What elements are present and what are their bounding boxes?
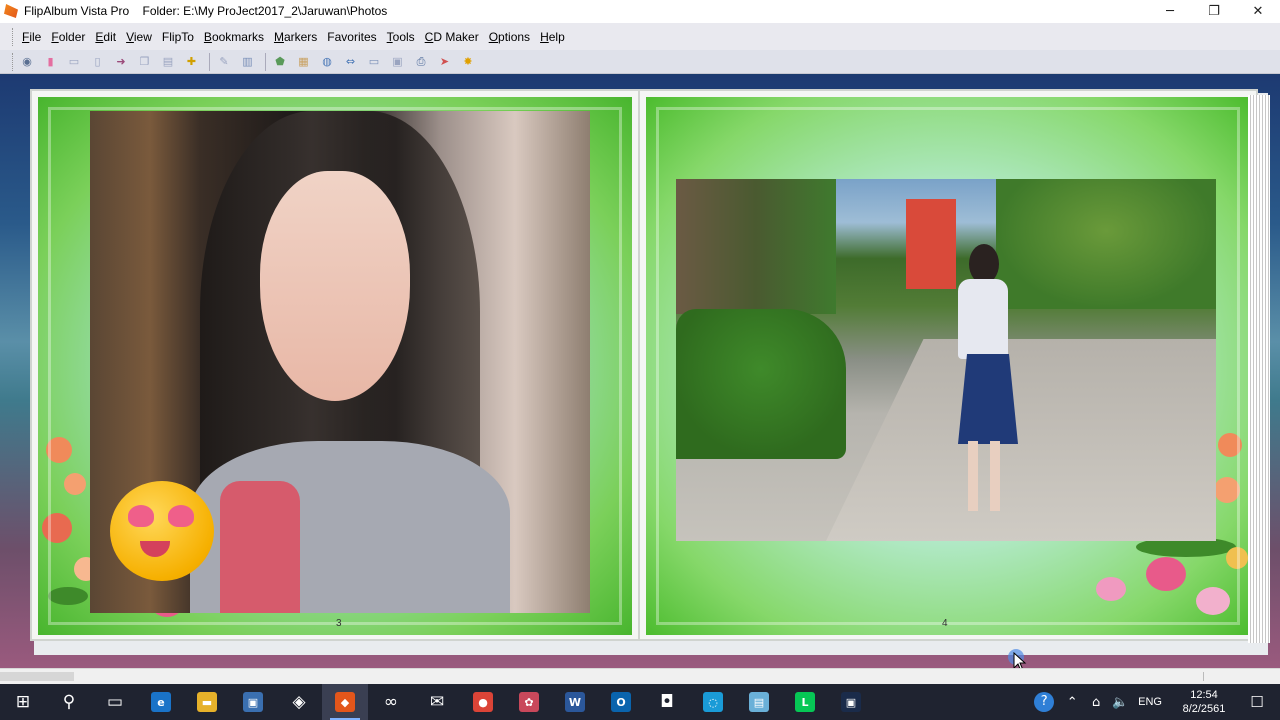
menu-item-help[interactable]: Help [535,30,570,44]
fit-width-icon[interactable]: ⇔ [341,53,361,71]
left-page-number: 3 [336,618,342,629]
tag-icon[interactable]: ⬟ [270,53,290,71]
menu-item-tools[interactable]: Tools [382,30,420,44]
clock[interactable]: 12:54 8/2/2561 [1174,688,1234,716]
copy-icon[interactable]: ❐ [135,53,155,71]
pointer-icon[interactable]: ➤ [435,53,455,71]
film-icon[interactable]: ▣ [388,53,408,71]
toolbar-grip [12,52,15,71]
menu-item-options[interactable]: Options [484,30,535,44]
app-blue-icon[interactable]: ◌ [690,684,736,720]
network-icon[interactable]: ⌂ [1084,695,1108,710]
menu-grip [12,27,15,46]
window-controls: ─ ❐ ✕ [1148,0,1280,22]
page-stack-edge[interactable] [1248,95,1270,643]
chevron-up-icon[interactable]: ⌃ [1060,695,1084,710]
open-book-icon[interactable]: ▭ [64,53,84,71]
menu-item-folder[interactable]: Folder [46,30,90,44]
input-language[interactable]: ENG [1132,696,1174,708]
minimize-button[interactable]: ─ [1148,0,1192,22]
left-page[interactable]: 3 [30,89,640,641]
line-icon[interactable]: L [782,684,828,720]
status-bar [0,668,1280,684]
right-flower-decoration [1076,537,1256,632]
star-icon[interactable]: ✸ [458,53,478,71]
left-flower-decoration [38,427,128,627]
add-icon[interactable]: ✚ [182,53,202,71]
camera-icon[interactable]: ◘ [644,684,690,720]
columns-icon[interactable]: ▥ [238,53,258,71]
maximize-button[interactable]: ❐ [1192,0,1236,22]
dropbox-icon[interactable]: ◈ [276,684,322,720]
taskbar-apps: ⊞ ⚲ ▭ e ▬ ▣ ◈ ◆ ∞ ✉ ● ✿ W O ◘ ◌ ▤ L ▣ [0,684,874,720]
eye-icon[interactable]: ◉ [17,53,37,71]
horizontal-scroll-thumb[interactable] [0,672,74,681]
windows-taskbar: ⊞ ⚲ ▭ e ▬ ▣ ◈ ◆ ∞ ✉ ● ✿ W O ◘ ◌ ▤ L ▣ ? ⌃ ⌂ 🔈 ENG 12:54 8/… [0,684,1280,720]
flipalbum-app-icon [4,4,18,18]
menu-bar: File Folder Edit View FlipTo Bookmarks Markers… [0,22,1280,50]
file-explorer-icon[interactable]: ▬ [184,684,230,720]
media-icon[interactable]: ▣ [828,684,874,720]
notification-center-icon[interactable]: ☐ [1234,693,1280,711]
mouse-pointer-icon [1013,652,1027,668]
mail-icon[interactable]: ✉ [414,684,460,720]
globe-icon[interactable]: ◍ [317,53,337,71]
bottom-left-flower-decoration [108,587,248,627]
menu-item-edit[interactable]: Edit [90,30,121,44]
toolbar-separator [265,52,266,71]
start-icon[interactable]: ⊞ [0,684,46,720]
toolbar-separator [209,52,210,71]
title-bar: FlipAlbum Vista Pro Folder: E:\My ProJec… [0,0,1280,22]
word-icon[interactable]: W [552,684,598,720]
menu-item-cd-maker[interactable]: CD Maker [420,30,484,44]
school-uniform-photo[interactable] [676,179,1216,541]
portrait-photo[interactable] [90,111,590,613]
notepad-icon[interactable]: ▤ [736,684,782,720]
paint-icon[interactable]: ✿ [506,684,552,720]
photo-album-book: 3 4 [30,89,1270,655]
pen-icon[interactable]: ✎ [214,53,234,71]
right-edge-flower-decoration [1212,427,1252,537]
page-icon[interactable]: ▯ [88,53,108,71]
menu-item-flipto[interactable]: FlipTo [157,30,199,44]
task-view-icon[interactable]: ▭ [92,684,138,720]
edge-icon[interactable]: e [138,684,184,720]
menu-item-markers[interactable]: Markers [269,30,322,44]
menu-item-bookmarks[interactable]: Bookmarks [199,30,269,44]
menu-items: File Folder Edit View FlipTo Bookmarks Markers… [17,30,570,44]
flipalbum-icon[interactable]: ◆ [322,684,368,720]
toolbar: ◉ ▮ ▭ ▯ ➜ ❐ ▤ ✚ ✎ ▥ ⬟ ▦ ◍ ⇔ ▭ ▣ ⎙ ➤ ✸ [0,50,1280,74]
clock-time: 12:54 [1190,689,1218,701]
outlook-icon[interactable]: O [598,684,644,720]
heart-eyes-emoji-sticker [110,481,214,581]
clock-date: 8/2/2561 [1182,703,1226,715]
album-workspace: 3 4 [0,75,1280,668]
system-tray: ? ⌃ ⌂ 🔈 ENG 12:54 8/2/2561 ☐ [1034,684,1280,720]
slideshow-icon[interactable]: ▭ [364,53,384,71]
right-page-frame [646,97,1250,635]
window-title: FlipAlbum Vista Pro Folder: E:\My ProJec… [24,4,388,18]
album-icon[interactable]: ▦ [294,53,314,71]
right-page[interactable]: 4 [638,89,1258,641]
bookmark-icon[interactable]: ▮ [41,53,61,71]
arrow-icon[interactable]: ➜ [111,53,131,71]
menu-item-file[interactable]: File [17,30,46,44]
help-icon[interactable]: ? [1034,692,1055,712]
store-icon[interactable]: ▣ [230,684,276,720]
printer-icon[interactable]: ⎙ [411,53,431,71]
paste-icon[interactable]: ▤ [158,53,178,71]
status-divider [1203,672,1204,681]
menu-item-favorites[interactable]: Favorites [322,30,381,44]
left-page-frame [38,97,632,635]
search-icon[interactable]: ⚲ [46,684,92,720]
volume-icon[interactable]: 🔈 [1108,695,1132,710]
close-button[interactable]: ✕ [1236,0,1280,22]
chrome-icon[interactable]: ● [460,684,506,720]
menu-item-view[interactable]: View [121,30,157,44]
right-page-number: 4 [942,618,948,629]
toolbar-items: ◉ ▮ ▭ ▯ ➜ ❐ ▤ ✚ ✎ ▥ ⬟ ▦ ◍ ⇔ ▭ ▣ ⎙ ➤ ✸ [17,52,482,71]
infinity-icon[interactable]: ∞ [368,684,414,720]
